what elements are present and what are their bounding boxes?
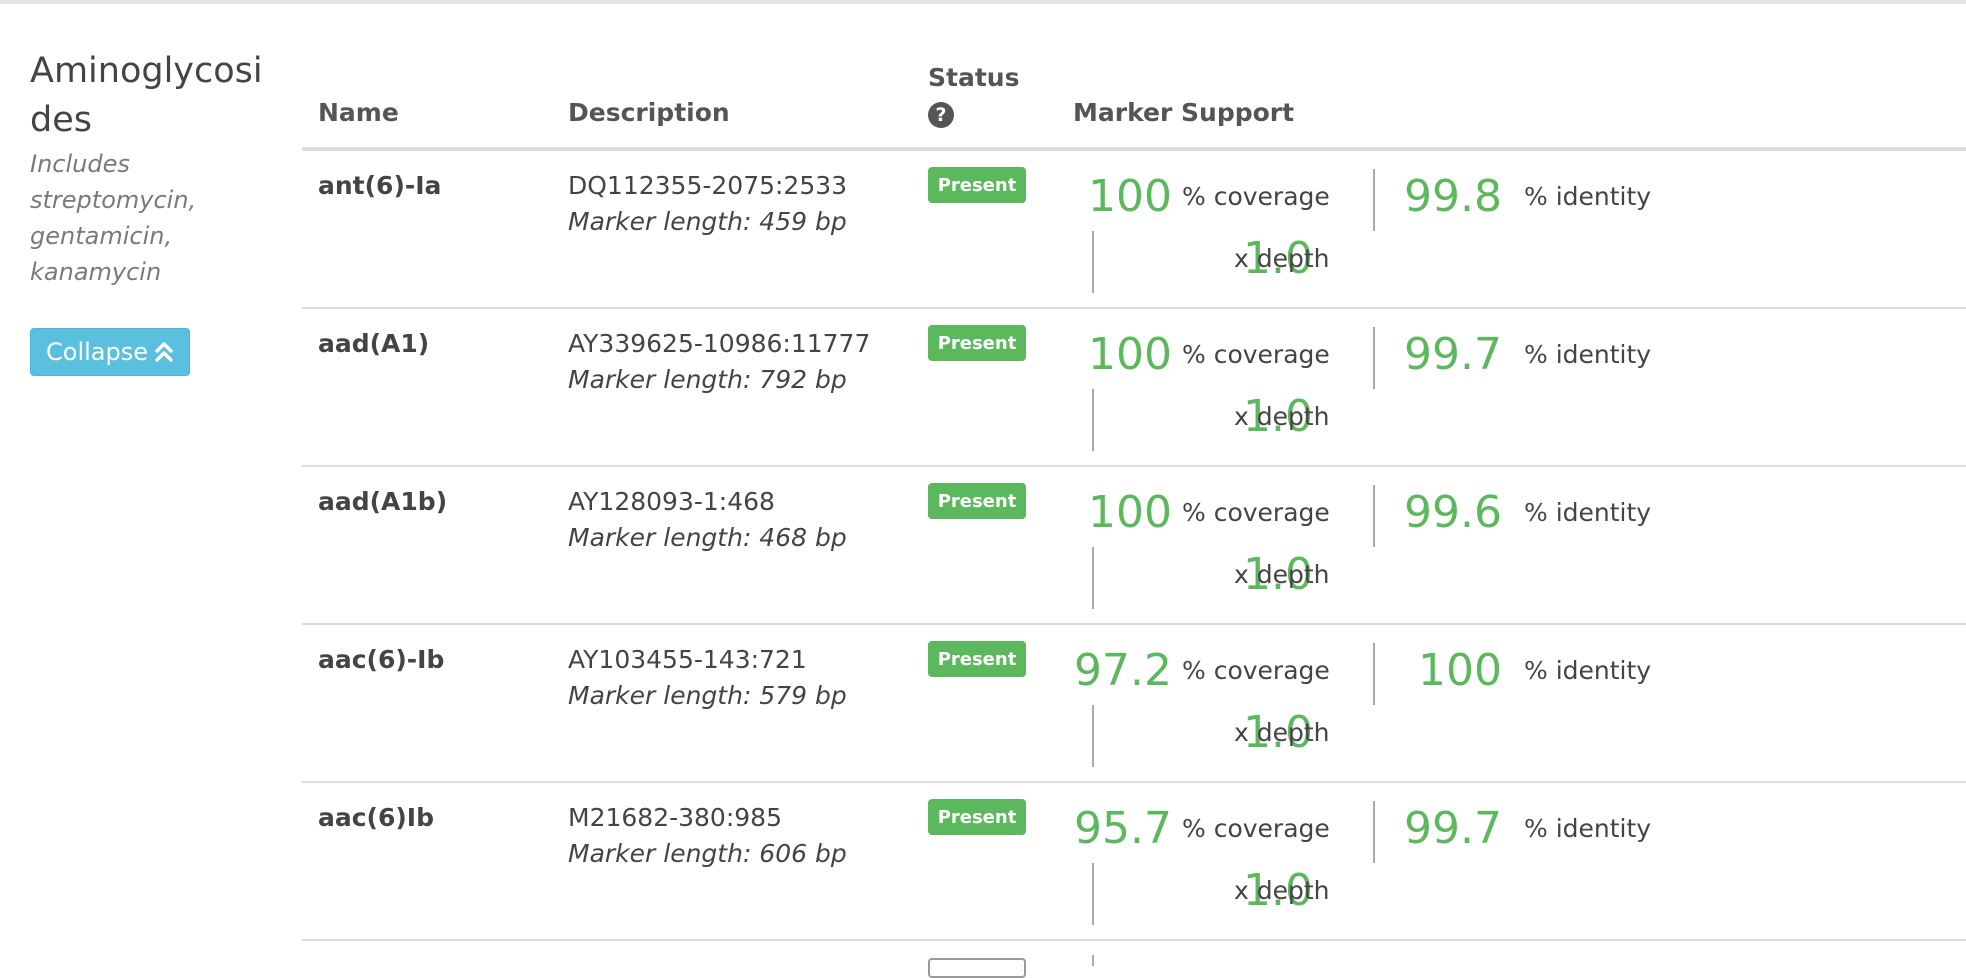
identity-unit: % identity <box>1524 182 1652 211</box>
help-icon[interactable]: ? <box>928 102 954 128</box>
gene-accession: AY339625-10986:11777 <box>568 329 871 358</box>
depth-unit: x depth <box>1234 876 1330 905</box>
coverage-value: 100 <box>1088 329 1172 380</box>
identity-value: 99.8 <box>1404 171 1502 222</box>
coverage-value: 100 <box>1088 171 1172 222</box>
identity-value: 99.7 <box>1404 803 1502 854</box>
chevron-double-up-icon <box>154 341 174 363</box>
depth-unit: x depth <box>1234 718 1330 747</box>
header-name[interactable]: Name <box>318 98 399 127</box>
coverage-unit: % coverage <box>1182 656 1330 685</box>
marker-length: Marker length: 459 bp <box>568 207 847 236</box>
identity-value: 99.7 <box>1404 329 1502 380</box>
metric-divider <box>1373 327 1375 389</box>
depth-unit: x depth <box>1234 402 1330 431</box>
category-title: Aminoglycosides <box>30 51 263 140</box>
metric-divider <box>1373 643 1375 705</box>
gene-accession: M21682-380:985 <box>568 803 782 832</box>
coverage-unit: % coverage <box>1182 182 1330 211</box>
marker-length: Marker length: 606 bp <box>568 839 847 868</box>
depth-unit: x depth <box>1234 560 1330 589</box>
header-status[interactable]: Status <box>928 63 1019 92</box>
gene-name[interactable]: ant(6)-Ia <box>318 171 441 200</box>
gene-accession: AY103455-143:721 <box>568 645 807 674</box>
top-divider <box>0 0 1966 4</box>
identity-unit: % identity <box>1524 656 1652 685</box>
coverage-value: 97.2 <box>1074 645 1172 696</box>
gene-name[interactable]: aac(6)-Ib <box>318 645 444 674</box>
coverage-value: 95.7 <box>1074 803 1172 854</box>
status-badge: Present <box>928 325 1026 361</box>
collapse-label: Collapse <box>46 338 148 366</box>
table-row: aac(6)Ib M21682-380:985 Marker length: 606… <box>302 783 1966 941</box>
table-row: aac(6)-Ib AY103455-143:721 Marker length: … <box>302 625 1966 783</box>
status-badge: Present <box>928 483 1026 519</box>
table-row: aad(A1b) AY128093-1:468 Marker length: 468… <box>302 467 1966 625</box>
coverage-unit: % coverage <box>1182 814 1330 843</box>
coverage-unit: % coverage <box>1182 498 1330 527</box>
coverage-unit: % coverage <box>1182 340 1330 369</box>
identity-value: 100 <box>1418 645 1502 696</box>
status-badge: Present <box>928 799 1026 835</box>
collapse-button[interactable]: Collapse <box>30 328 190 376</box>
header-description[interactable]: Description <box>568 98 730 127</box>
metric-divider <box>1373 801 1375 863</box>
metric-divider <box>1373 169 1375 231</box>
marker-length: Marker length: 579 bp <box>568 681 847 710</box>
identity-unit: % identity <box>1524 498 1652 527</box>
category-description: Includes streptomycin, gentamicin, kanam… <box>30 150 197 286</box>
metric-divider <box>1373 485 1375 547</box>
gene-name[interactable]: aac(6)Ib <box>318 803 434 832</box>
depth-unit: x depth <box>1234 244 1330 273</box>
table-row: ant(6)-Ia DQ112355-2075:2533 Marker length… <box>302 151 1966 309</box>
status-badge: Present <box>928 641 1026 677</box>
depth-divider <box>1092 863 1094 925</box>
status-badge: Present <box>928 167 1026 203</box>
table-row: aad(A1) AY339625-10986:11777 Marker length… <box>302 309 1966 467</box>
identity-value: 99.6 <box>1404 487 1502 538</box>
marker-length: Marker length: 468 bp <box>568 523 847 552</box>
gene-accession: DQ112355-2075:2533 <box>568 171 848 200</box>
depth-divider <box>1092 389 1094 451</box>
header-marker-support[interactable]: Marker Support <box>1073 98 1294 127</box>
coverage-value: 100 <box>1088 487 1172 538</box>
status-badge-partial <box>928 958 1026 978</box>
identity-unit: % identity <box>1524 340 1652 369</box>
gene-name[interactable]: aad(A1) <box>318 329 429 358</box>
marker-length: Marker length: 792 bp <box>568 365 847 394</box>
identity-unit: % identity <box>1524 814 1652 843</box>
row-divider <box>302 939 1966 941</box>
divider-partial <box>1092 955 1094 966</box>
depth-divider <box>1092 705 1094 767</box>
depth-divider <box>1092 231 1094 293</box>
depth-divider <box>1092 547 1094 609</box>
gene-accession: AY128093-1:468 <box>568 487 775 516</box>
gene-name[interactable]: aad(A1b) <box>318 487 447 516</box>
